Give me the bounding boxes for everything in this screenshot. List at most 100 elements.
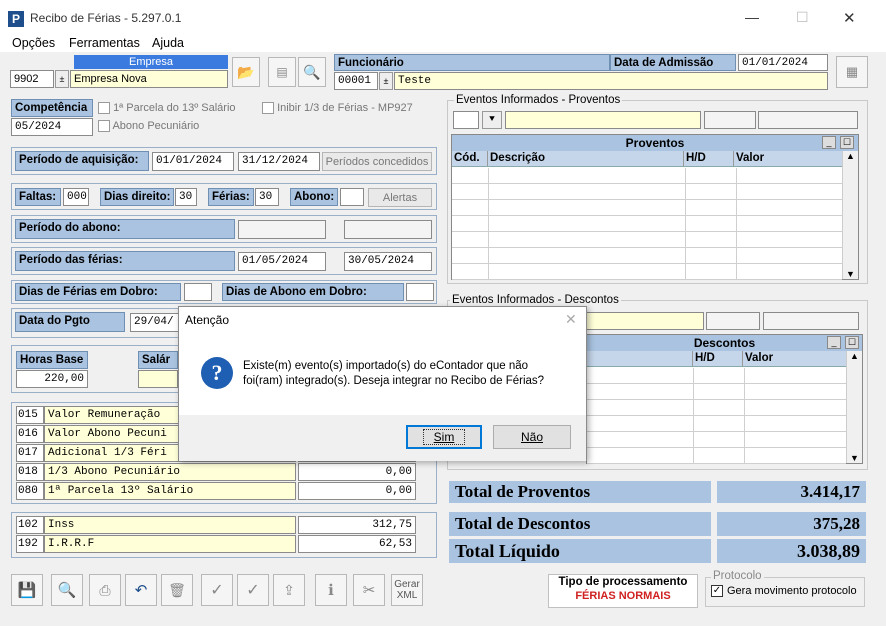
menu-ajuda[interactable]: Ajuda: [152, 36, 184, 50]
maximize-grid-icon[interactable]: ☐: [840, 136, 854, 149]
menu-ferramentas[interactable]: Ferramentas: [69, 36, 140, 50]
periodo-ferias-end-field[interactable]: 30/05/2024: [344, 252, 432, 271]
list-item[interactable]: 102 Inss 312,75: [16, 516, 434, 535]
periodo-abono-start-field[interactable]: [238, 220, 326, 239]
gera-movimento-checkbox[interactable]: ✓ Gera movimento protocolo: [711, 585, 857, 597]
proventos-dropdown-icon[interactable]: ⯆: [482, 111, 502, 129]
yes-button[interactable]: Sim: [406, 425, 482, 449]
dialog-message-line1: Existe(m) evento(s) importado(s) do eCon…: [243, 360, 529, 372]
confirm-icon[interactable]: ✓: [201, 574, 233, 606]
competencia-field[interactable]: 05/2024: [11, 118, 93, 136]
data-pgto-label: Data do Pgto: [15, 312, 125, 332]
minimize-button[interactable]: —: [745, 9, 759, 25]
col-valor: Valor: [736, 152, 765, 164]
confirm-all-icon[interactable]: ✓: [237, 574, 269, 606]
inibir-check-box[interactable]: [262, 102, 274, 115]
dias-abono-dobro-field[interactable]: [406, 283, 434, 301]
gerar-xml-button[interactable]: Gerar XML: [391, 574, 423, 606]
parcela13-checkbox[interactable]: 1ª Parcela do 13º Salário: [98, 102, 236, 115]
save-icon[interactable]: 💾: [11, 574, 43, 606]
proventos-scrollbar[interactable]: ▲ ▼: [842, 151, 858, 279]
periodos-concedidos-button[interactable]: Períodos concedidos: [322, 152, 432, 171]
calculator-icon[interactable]: ▦: [836, 56, 868, 88]
menu-opcoes[interactable]: Opções: [12, 36, 55, 50]
aquisicao-end-field[interactable]: 31/12/2024: [238, 152, 320, 171]
ferias-field[interactable]: 30: [255, 188, 279, 206]
aquisicao-label: Período de aquisição:: [15, 151, 149, 171]
horas-base-field[interactable]: 220,00: [16, 370, 88, 388]
close-button[interactable]: ✕: [843, 9, 856, 27]
search-icon[interactable]: 🔍: [51, 574, 83, 606]
descontos-scrollbar[interactable]: ▲ ▼: [846, 351, 862, 463]
funcionario-name-field[interactable]: Teste: [394, 72, 828, 90]
undo-icon[interactable]: ↶: [125, 574, 157, 606]
gerar-xml-line1: Gerar: [394, 579, 420, 590]
total-proventos-label: Total de Proventos: [449, 481, 711, 503]
list-item[interactable]: 192 I.R.R.F 62,53: [16, 535, 434, 554]
dias-ferias-dobro-field[interactable]: [184, 283, 212, 301]
export-icon[interactable]: ⇪: [273, 574, 305, 606]
funcionario-code-field[interactable]: 00001: [334, 72, 378, 90]
horas-base-label: Horas Base: [16, 351, 88, 369]
descontos-valor-input[interactable]: [763, 312, 859, 330]
proventos-valor-input[interactable]: [758, 111, 858, 129]
minimize-grid-icon[interactable]: _: [827, 336, 841, 349]
descontos-hd-input[interactable]: [706, 312, 760, 330]
empresa-lookup-icon[interactable]: ±: [55, 70, 69, 88]
proventos-grid-title: Proventos: [452, 135, 858, 151]
empresa-name-field[interactable]: Empresa Nova: [70, 70, 228, 88]
proventos-code-input[interactable]: [453, 111, 479, 129]
proventos-grid[interactable]: Proventos Cód. Descrição H/D Valor ▲ ▼ _…: [451, 134, 859, 280]
abono-check-box[interactable]: [98, 120, 110, 133]
maximize-grid-icon[interactable]: ☐: [845, 336, 859, 349]
delete-icon[interactable]: 🗑: [161, 574, 193, 606]
print-icon[interactable]: ⎙: [89, 574, 121, 606]
periodo-ferias-start-field[interactable]: 01/05/2024: [238, 252, 326, 271]
desconto-code: 192: [16, 535, 44, 553]
dias-direito-field[interactable]: 30: [175, 188, 197, 206]
funcionario-lookup-icon[interactable]: ±: [379, 72, 393, 90]
abono-days-label: Abono:: [290, 188, 338, 206]
info-icon[interactable]: ℹ: [315, 574, 347, 606]
proventos-desc-input[interactable]: [505, 111, 701, 129]
parcela13-check-box[interactable]: [98, 102, 110, 115]
total-descontos-label: Total de Descontos: [449, 512, 711, 536]
aquisicao-start-field[interactable]: 01/01/2024: [152, 152, 234, 171]
proventos-hd-input[interactable]: [704, 111, 756, 129]
periodo-abono-end-field[interactable]: [344, 220, 432, 239]
empresa-code-field[interactable]: 9902: [10, 70, 54, 88]
tools-icon[interactable]: ✂: [353, 574, 385, 606]
proventos-grid-header: Cód. Descrição H/D Valor: [452, 151, 858, 167]
evento-code: 080: [16, 482, 44, 500]
admissao-field[interactable]: 01/01/2024: [738, 54, 828, 71]
dialog-close-button[interactable]: ✕: [565, 311, 577, 328]
alertas-button[interactable]: Alertas: [368, 188, 432, 207]
search-document-icon[interactable]: 🔍: [298, 57, 326, 87]
salario-field[interactable]: [138, 370, 178, 388]
abono-checkbox[interactable]: Abono Pecuniário: [98, 120, 199, 133]
evento-code: 018: [16, 463, 44, 481]
descontos-desc-input[interactable]: [586, 312, 704, 330]
descontos-grid-header: H/D Valor: [587, 351, 862, 367]
minimize-grid-icon[interactable]: _: [822, 136, 836, 149]
ferias-label: Férias:: [208, 188, 254, 206]
document-icon[interactable]: ▤: [268, 57, 296, 87]
descontos-grid-body: [587, 368, 846, 464]
list-item[interactable]: 018 1/3 Abono Pecuniário 0,00: [16, 463, 434, 482]
faltas-label: Faltas:: [15, 188, 61, 206]
empresa-header: Empresa: [74, 55, 228, 69]
desconto-desc: I.R.R.F: [44, 535, 296, 553]
faltas-field[interactable]: 000: [63, 188, 89, 206]
dias-ferias-dobro-label: Dias de Férias em Dobro:: [15, 283, 181, 301]
no-button[interactable]: Não: [493, 425, 571, 449]
abono-days-field[interactable]: [340, 188, 364, 206]
descontos-grid[interactable]: Descontos H/D Valor ▲ ▼ _ ☐: [586, 334, 863, 464]
col-valor: Valor: [745, 352, 774, 364]
inibir-checkbox[interactable]: Inibir 1/3 de Férias - MP927: [262, 102, 413, 115]
maximize-button[interactable]: ☐: [796, 9, 809, 26]
gera-movimento-check-box[interactable]: ✓: [711, 585, 723, 597]
competencia-label: Competência: [11, 99, 93, 117]
open-folder-icon[interactable]: 📂: [232, 57, 260, 87]
total-liquido-label: Total Líquido: [449, 539, 711, 563]
list-item[interactable]: 080 1ª Parcela 13º Salário 0,00: [16, 482, 434, 501]
